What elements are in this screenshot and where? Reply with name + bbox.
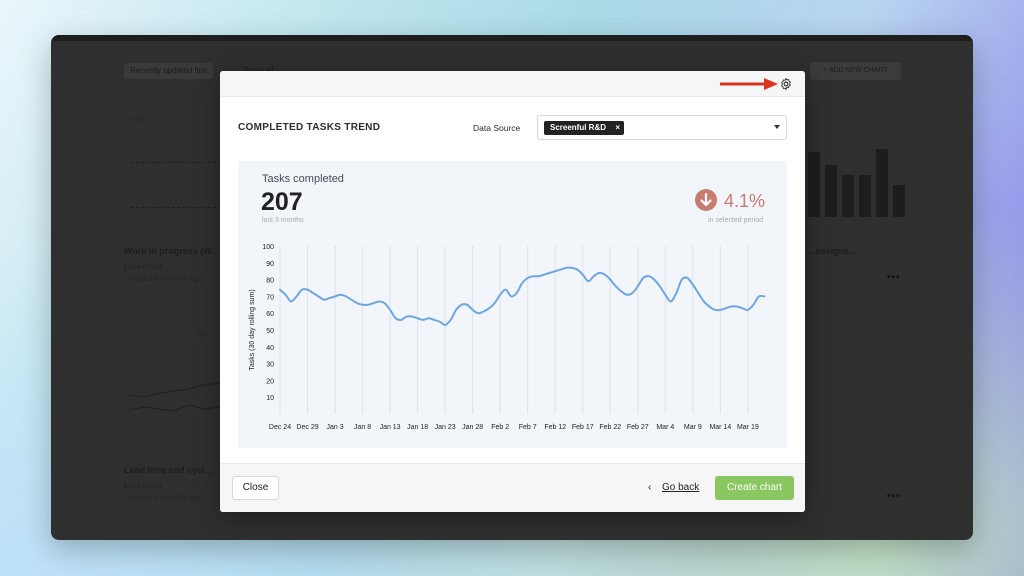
bg-bar	[876, 149, 888, 217]
y-tick-label: 50	[266, 328, 274, 335]
bg-bar	[893, 185, 905, 217]
y-tick-label: 80	[266, 278, 274, 285]
bg-card-title: Lead time and cycl...	[124, 465, 213, 475]
delta-value: 4.1%	[724, 191, 766, 211]
x-tick-label: Mar 9	[684, 424, 702, 431]
bg-card-title: Work in progress (W...	[124, 246, 219, 256]
x-tick-label: Jan 18	[407, 424, 428, 431]
bg-card-type: Line chart	[124, 481, 163, 490]
bg-bar	[859, 175, 871, 217]
data-source-tag: Screenful R&D ×	[544, 121, 625, 135]
bg-more-icon[interactable]: •••	[887, 491, 901, 502]
x-tick-label: Feb 22	[599, 424, 621, 431]
app-topbar	[51, 35, 973, 41]
sort-filter-dropdown[interactable]: Recently updated first	[124, 63, 214, 79]
bg-card-meta: Created 9 months ago	[124, 493, 204, 502]
x-tick-label: Mar 14	[709, 424, 731, 431]
y-tick-label: 20	[266, 378, 274, 385]
y-tick-label: 30	[266, 362, 274, 369]
stat-label: Tasks completed	[262, 173, 344, 185]
bg-card-chart	[131, 127, 221, 217]
annotation-arrow-icon	[720, 78, 778, 90]
bg-more-icon[interactable]: •••	[887, 272, 901, 283]
bg-card-title: ...assigne...	[808, 246, 857, 256]
modal-title: COMPLETED TASKS TREND	[238, 122, 381, 133]
create-chart-button[interactable]: Create chart	[715, 476, 794, 500]
close-button[interactable]: Close	[232, 476, 279, 500]
x-tick-label: Mar 19	[737, 424, 759, 431]
bg-bar	[842, 175, 854, 217]
chart-config-modal: COMPLETED TASKS TREND Data Source Screen…	[220, 71, 805, 512]
y-tick-label: 60	[266, 311, 274, 318]
x-tick-label: Feb 27	[627, 424, 649, 431]
y-tick-label: 70	[266, 294, 274, 301]
x-tick-label: Feb 17	[572, 424, 594, 431]
chevron-left-icon: ‹	[648, 482, 652, 493]
delta-period: in selected period	[708, 217, 763, 224]
line-chart: 10 20 30 40 50 60 70 80 90 100 Dec 24 Dec 29 Jan 3 Ja…	[249, 244, 766, 431]
bg-bar-chart	[808, 145, 908, 217]
remove-tag-icon[interactable]: ×	[615, 121, 620, 135]
add-new-chart-button[interactable]: + ADD NEW CHART	[810, 62, 901, 80]
bg-card-meta: Created 6 months ago	[124, 274, 204, 283]
x-tick-label: Dec 29	[296, 424, 318, 431]
y-axis-label: Tasks (30 day rolling sum)	[249, 289, 256, 370]
bg-bar	[808, 152, 820, 217]
x-tick-label: Feb 7	[519, 424, 537, 431]
gear-icon[interactable]	[779, 77, 793, 91]
bg-card-type: Line chart	[124, 262, 163, 271]
modal-footer: Close ‹ Go back Create chart	[220, 463, 805, 512]
x-tick-label: Jan 3	[326, 424, 343, 431]
x-tick-label: Jan 13	[380, 424, 401, 431]
data-source-label: Data Source	[473, 123, 521, 133]
chart-preview-panel: Tasks completed 207 last 3 months 4.1% i…	[238, 161, 787, 448]
x-tick-label: Jan 23	[435, 424, 456, 431]
bg-bar	[825, 165, 837, 217]
modal-header	[220, 71, 805, 97]
bg-card-chart	[128, 365, 222, 435]
go-back-label: Go back	[662, 482, 700, 493]
stat-value: 207	[261, 188, 303, 216]
bg-card-value: 938	[131, 115, 145, 124]
stat-period: last 3 months	[262, 217, 304, 224]
x-tick-label: Mar 4	[656, 424, 674, 431]
y-tick-label: 10	[266, 395, 274, 402]
x-tick-label: Jan 28	[462, 424, 483, 431]
arrow-down-circle-icon	[695, 189, 717, 211]
y-tick-label: 90	[266, 261, 274, 268]
y-tick-label: 40	[266, 345, 274, 352]
x-tick-label: Dec 24	[269, 424, 291, 431]
data-source-select[interactable]: Screenful R&D ×	[537, 115, 787, 140]
x-tick-label: Feb 12	[544, 424, 566, 431]
x-tick-label: Jan 8	[354, 424, 371, 431]
bg-card-value: 294	[197, 333, 208, 339]
series-line	[279, 266, 766, 326]
x-tick-label: Feb 2	[491, 424, 509, 431]
chevron-down-icon[interactable]	[774, 125, 780, 129]
y-tick-label: 100	[262, 244, 274, 251]
data-source-tag-label: Screenful R&D	[550, 123, 607, 132]
